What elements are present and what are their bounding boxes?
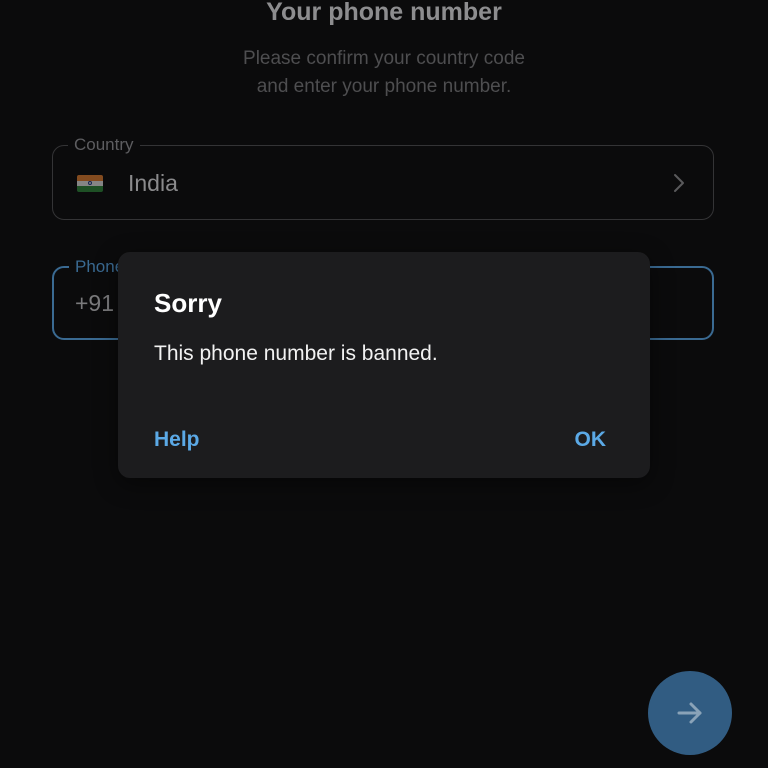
subtitle-line-2: and enter your phone number. — [256, 76, 512, 97]
subtitle-line-1: Please confirm your country code — [243, 48, 525, 69]
country-value: India — [128, 170, 178, 196]
page-title: Your phone number — [266, 0, 502, 26]
dialog-title: Sorry — [154, 288, 222, 318]
phone-number-screen: Your phone number Please confirm your co… — [0, 0, 768, 768]
page-subtitle: Please confirm your country code and ent… — [0, 45, 768, 101]
country-code: +91 — [75, 290, 115, 316]
country-selector[interactable]: Country India — [52, 136, 714, 220]
next-button[interactable] — [648, 671, 732, 755]
help-button[interactable]: Help — [154, 428, 200, 452]
dialog-message: This phone number is banned. — [154, 342, 438, 365]
ok-button[interactable]: OK — [575, 428, 607, 452]
arrow-right-icon — [677, 702, 702, 724]
error-dialog: Sorry This phone number is banned. Help … — [118, 252, 650, 478]
india-flag-icon — [77, 175, 103, 192]
chevron-right-icon — [674, 174, 684, 192]
country-label: Country — [68, 136, 140, 154]
